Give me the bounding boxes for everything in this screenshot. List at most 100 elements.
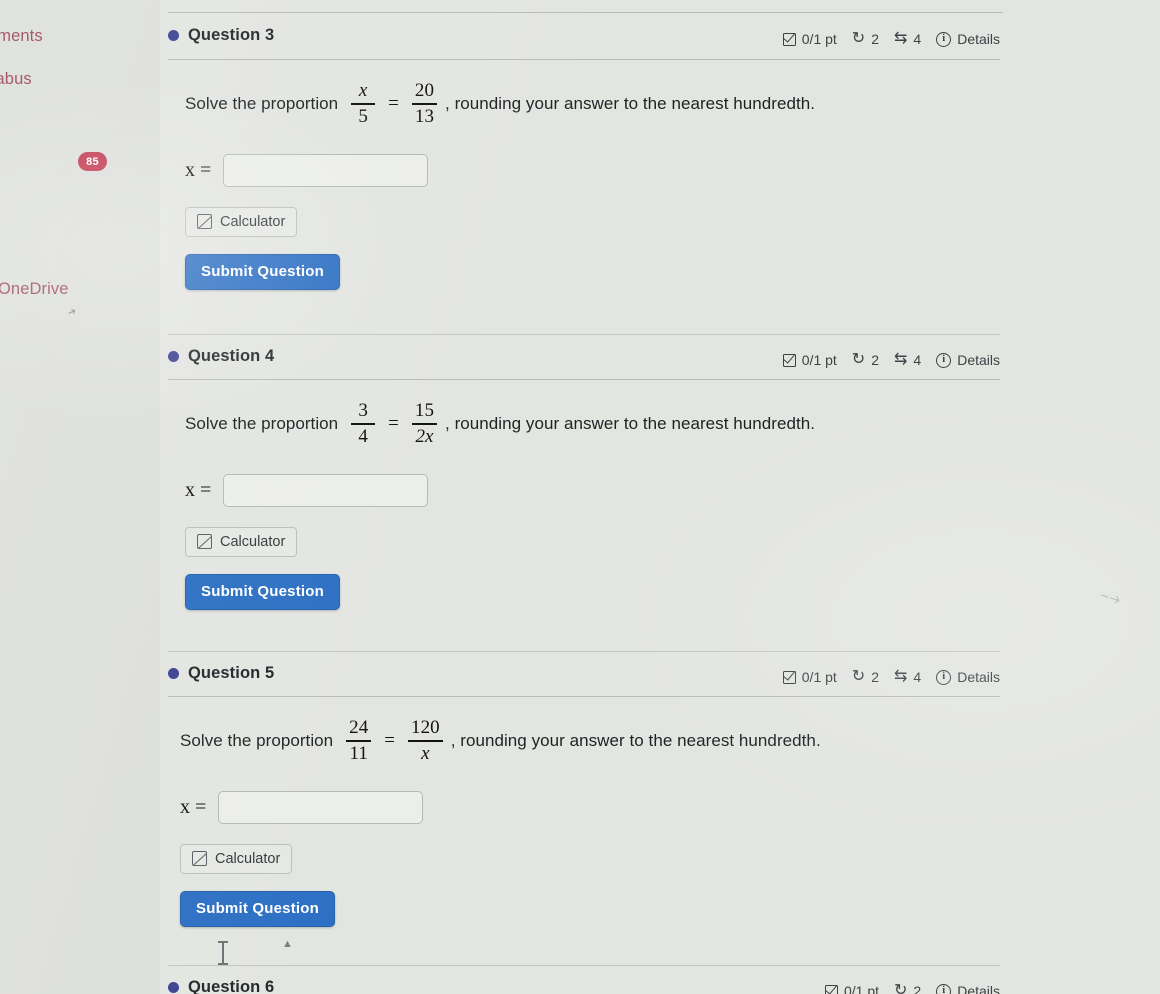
question-header: Question 3 0/1 pt ↻ 2 ⇆ 4 i Details	[168, 14, 1000, 60]
proportion-equation: 3 4 = 15 2x	[346, 400, 442, 448]
question-status-dot-icon	[168, 982, 179, 993]
prompt-tail: , rounding your answer to the nearest hu…	[445, 93, 816, 113]
equals-sign: =	[388, 92, 399, 114]
calculator-button[interactable]: Calculator	[185, 526, 298, 557]
proportion-equation: x 5 = 20 13	[346, 80, 442, 128]
fraction-left-numerator: 3	[358, 400, 368, 421]
text-cursor-icon	[218, 941, 228, 965]
question-title-wrap: Question 5	[168, 664, 274, 683]
question-header: Question 6 0/1 pt ↻ 2 i Details	[168, 965, 1000, 994]
points-label: 0/1 pt	[801, 669, 837, 685]
details-link[interactable]: Details	[957, 31, 1000, 47]
question-title-wrap: Question 3	[168, 26, 274, 45]
question-meta: 0/1 pt ↻ 2 ⇆ 4 i Details	[782, 668, 1000, 685]
versions-count: 4	[913, 31, 922, 47]
calculator-label: Calculator	[220, 213, 286, 230]
equals-sign: =	[388, 412, 399, 434]
info-circle-icon[interactable]: i	[936, 669, 952, 685]
fraction-bar	[411, 103, 438, 105]
checkbox-checked-icon	[824, 984, 838, 994]
question-header: Question 5 0/1 pt ↻ 2 ⇆ 4 i Details	[168, 651, 1000, 697]
fraction-right-numerator: 120	[411, 717, 440, 738]
answer-input[interactable]	[223, 473, 429, 507]
fraction-left: 24 11	[341, 717, 376, 765]
question-title: Question 3	[188, 26, 275, 44]
question-status-dot-icon	[168, 30, 179, 41]
question-prompt: Solve the proportion 3 4 = 15 2x , round…	[168, 400, 1160, 448]
course-sidebar: ements llabus 85 า OneDrive ➔	[0, 0, 160, 994]
question-block-5: Question 5 0/1 pt ↻ 2 ⇆ 4 i Details Solv…	[160, 651, 1160, 927]
fraction-right-denominator: 2x	[415, 425, 434, 447]
question-title: Question 5	[188, 664, 275, 682]
fraction-left-numerator: x	[358, 80, 368, 101]
undo-icon: ↻	[851, 30, 866, 47]
info-circle-icon[interactable]: i	[936, 983, 952, 994]
calculator-icon	[197, 214, 212, 230]
versions-count: 4	[913, 352, 922, 368]
swap-icon: ⇆	[894, 30, 908, 47]
fraction-right: 20 13	[407, 80, 442, 128]
swap-icon: ⇆	[894, 668, 908, 685]
question-meta: 0/1 pt ↻ 2 ⇆ 4 i Details	[782, 30, 1000, 47]
info-circle-icon[interactable]: i	[936, 31, 952, 47]
question-prompt: Solve the proportion x 5 = 20 13 , round…	[168, 80, 1160, 128]
answer-row: x =	[168, 473, 1160, 507]
cursor-arrow-icon: ➔	[66, 305, 79, 320]
fraction-right-numerator: 20	[414, 80, 435, 101]
sidebar-badge-count: 85	[78, 152, 107, 171]
fraction-left-numerator: 24	[349, 717, 369, 738]
fraction-left-denominator: 5	[358, 105, 368, 127]
fraction-right-denominator: 13	[414, 105, 435, 127]
answer-input[interactable]	[223, 153, 429, 187]
sidebar-item-syllabus[interactable]: llabus	[0, 70, 32, 89]
prompt-lead: Solve the proportion	[185, 413, 339, 433]
calculator-label: Calculator	[215, 850, 281, 867]
attempts-count: 2	[913, 983, 922, 994]
submit-question-button[interactable]: Submit Question	[185, 253, 340, 290]
undo-icon: ↻	[851, 351, 866, 368]
answer-label: x =	[185, 158, 212, 181]
points-label: 0/1 pt	[801, 31, 837, 47]
details-link[interactable]: Details	[957, 983, 1000, 994]
submit-question-button[interactable]: Submit Question	[185, 573, 340, 610]
question-prompt: Solve the proportion 24 11 = 120 x , rou…	[168, 717, 1160, 765]
attempts-count: 2	[871, 352, 879, 368]
fraction-left: 3 4	[346, 400, 380, 448]
prompt-tail: , rounding your answer to the nearest hu…	[445, 413, 816, 433]
calculator-button[interactable]: Calculator	[185, 206, 298, 237]
equals-sign: =	[384, 729, 396, 751]
calculator-icon	[192, 851, 207, 867]
answer-row: x =	[168, 790, 1160, 824]
details-link[interactable]: Details	[957, 669, 1000, 685]
calculator-label: Calculator	[220, 533, 286, 550]
undo-icon: ↻	[851, 668, 866, 685]
answer-input[interactable]	[218, 790, 424, 824]
answer-row: x =	[168, 153, 1160, 187]
answer-label: x =	[185, 478, 212, 501]
sidebar-item-announcements[interactable]: ements	[0, 27, 43, 46]
points-label: 0/1 pt	[843, 983, 879, 994]
fraction-right-denominator: x	[421, 742, 430, 764]
attempts-count: 2	[871, 669, 879, 685]
submit-question-button[interactable]: Submit Question	[180, 890, 335, 927]
question-title-wrap: Question 4	[168, 347, 274, 366]
fraction-bar	[346, 740, 372, 742]
top-divider	[168, 12, 1003, 13]
fraction-bar	[408, 740, 443, 742]
sidebar-item-onedrive[interactable]: OneDrive	[0, 280, 69, 299]
sidebar-item-partial[interactable]: า	[0, 238, 1, 264]
info-circle-icon[interactable]: i	[936, 352, 952, 368]
undo-icon: ↻	[894, 982, 908, 994]
fraction-left-denominator: 4	[358, 425, 368, 447]
fraction-left-denominator: 11	[349, 742, 368, 764]
question-block-4: Question 4 0/1 pt ↻ 2 ⇆ 4 i Details Solv…	[160, 334, 1160, 610]
calculator-icon	[197, 534, 212, 550]
calculator-button[interactable]: Calculator	[180, 843, 293, 874]
details-link[interactable]: Details	[957, 352, 1000, 368]
fraction-right: 120 x	[403, 717, 448, 765]
fraction-bar	[411, 423, 438, 425]
fraction-bar	[351, 423, 376, 425]
question-body: Solve the proportion 24 11 = 120 x , rou…	[168, 697, 1160, 927]
question-header: Question 4 0/1 pt ↻ 2 ⇆ 4 i Details	[168, 334, 1000, 380]
question-title-wrap: Question 6	[168, 978, 274, 994]
